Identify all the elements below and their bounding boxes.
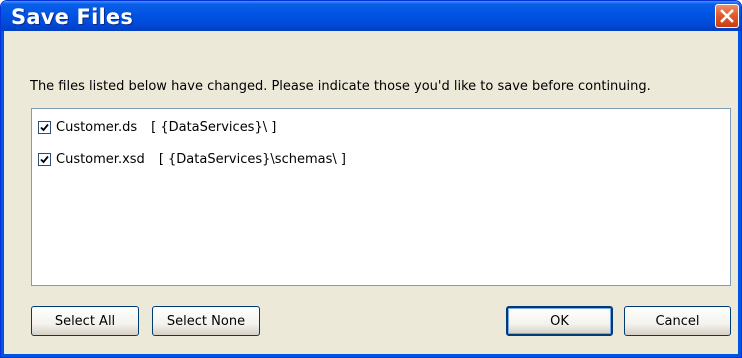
dialog-title: Save Files [11, 5, 134, 29]
checkmark-icon [40, 155, 49, 163]
file-name: Customer.ds [56, 119, 138, 135]
file-path: [ {DataServices}\ ] [151, 119, 277, 135]
title-bar[interactable]: Save Files [1, 1, 741, 31]
instruction-message: The files listed below have changed. Ple… [30, 79, 651, 94]
cancel-button[interactable]: Cancel [624, 306, 731, 336]
window-border-right [738, 31, 741, 357]
file-path: [ {DataServices}\schemas\ ] [158, 151, 346, 167]
file-row-customer-xsd[interactable]: Customer.xsd [ {DataServices}\schemas\ ] [38, 150, 346, 168]
window-border-left [1, 31, 4, 357]
file-checkbox[interactable] [38, 120, 51, 134]
ok-button[interactable]: OK [506, 306, 613, 336]
file-name: Customer.xsd [56, 151, 145, 167]
file-row-customer-ds[interactable]: Customer.ds [ {DataServices}\ ] [38, 118, 276, 136]
checkmark-icon [40, 123, 49, 131]
window-border-bottom [1, 354, 741, 357]
close-button[interactable] [715, 4, 739, 28]
file-list[interactable]: Customer.ds [ {DataServices}\ ] Customer… [31, 108, 731, 286]
file-checkbox[interactable] [38, 152, 51, 166]
select-all-button[interactable]: Select All [31, 306, 139, 336]
select-none-button[interactable]: Select None [152, 306, 260, 336]
close-icon [720, 9, 734, 23]
save-files-dialog: Save Files The files listed below have c… [0, 0, 742, 358]
